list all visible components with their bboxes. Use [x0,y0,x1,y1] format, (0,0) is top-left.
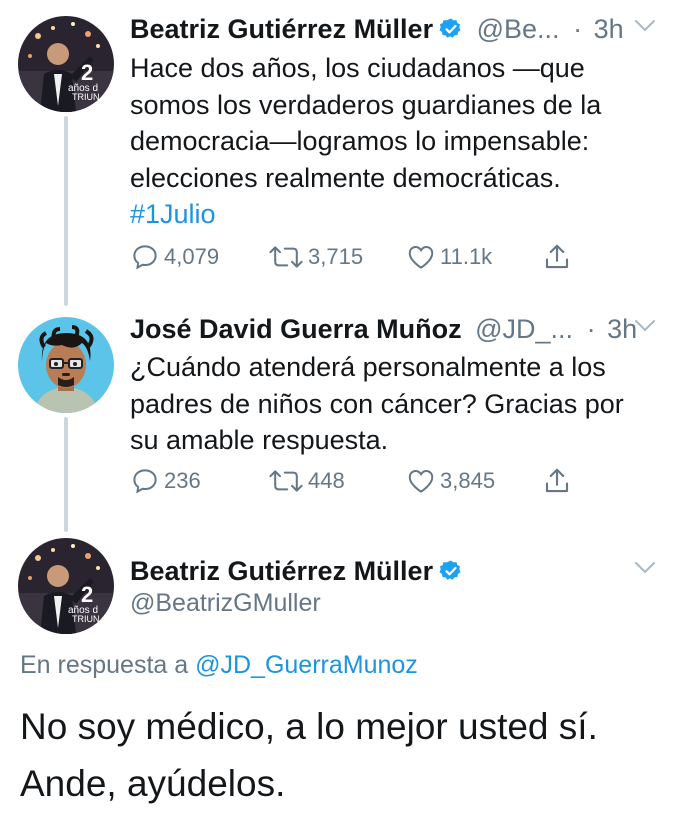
tweet-text-line: No soy médico, a lo mejor usted sí. [20,706,598,747]
display-name[interactable]: Beatriz Gutiérrez Müller [130,14,433,44]
reply-count: 4,079 [164,244,220,269]
share-button[interactable] [542,463,576,499]
separator: · [573,14,583,44]
reply-button[interactable]: 236 [130,463,201,499]
tweet-text-line: Ande, ayúdelos. [20,763,286,804]
separator: · [586,314,596,344]
share-icon [545,244,569,269]
display-name[interactable]: José David Guerra Muñoz [130,314,462,344]
like-icon [408,469,434,493]
retweet-button[interactable]: 3,715 [268,239,363,275]
tweet-text: Hace dos años, los ciudadanos —que somos… [130,50,670,233]
tweet-text-line: Hace dos años, los ciudadanos —que [130,53,585,83]
tweet-header: Beatriz Gutiérrez Müller [130,553,463,592]
avatar-badge-text2: TRIUN [72,92,100,102]
tweet-text-line: elecciones realmente democráticas. [130,162,561,193]
verified-badge-icon [439,14,463,50]
reply-count: 236 [164,468,201,493]
tweet-header: Beatriz Gutiérrez Müller @Be... · 3h [130,11,624,50]
avatar-badge: 2 años d TRIUN [67,582,109,624]
tweet-text-line: su amable respuesta. [130,425,389,455]
reply-icon [133,469,157,494]
display-name[interactable]: Beatriz Gutiérrez Müller [130,556,433,586]
thread-line-2 [64,417,68,532]
chevron-down-icon[interactable] [634,19,656,38]
timestamp[interactable]: 3h [607,314,637,344]
reply-context: En respuesta a @JD_GuerraMunoz [20,651,418,680]
avatar-badge-text2: TRIUN [72,614,100,624]
tweet-actions: 236 448 3,845 [130,463,590,499]
verified-badge-icon [439,556,463,592]
handle[interactable]: @BeatrizGMuller [130,589,321,618]
like-button[interactable]: 3,845 [406,463,495,499]
handle[interactable]: @JD_... [475,314,573,344]
reply-handle-link[interactable]: @JD_GuerraMunoz [195,651,418,679]
like-button[interactable]: 11.1k [406,239,492,275]
avatar-jose[interactable] [18,317,114,413]
tweet-actions: 4,079 3,715 11.1k [130,239,590,275]
reply-icon [133,245,157,270]
retweet-button[interactable]: 448 [268,463,345,499]
tweet-text: ¿Cuándo atenderá personalmente a los pad… [130,349,670,459]
tweet-text-line: democracia—logramos lo impensable: [130,126,590,156]
timestamp[interactable]: 3h [594,14,624,44]
reply-prefix: En respuesta a [20,651,189,679]
like-icon [408,245,434,269]
chevron-down-icon[interactable] [634,319,656,338]
tweet-text-line: padres de niños con cáncer? Gracias por [130,388,624,419]
chevron-down-icon[interactable] [634,561,656,580]
thread-line-1 [64,116,68,306]
retweet-count: 448 [308,468,345,493]
hashtag-link[interactable]: #1Julio [130,196,670,233]
like-count: 3,845 [440,468,496,493]
retweet-count: 3,715 [308,244,364,269]
reply-button[interactable]: 4,079 [130,239,219,275]
avatar-badge: 2 años d TRIUN [67,60,109,102]
tweet-text-line: somos los verdaderos guardianes de la [130,89,602,120]
tweet-header: José David Guerra Muñoz @JD_... · 3h [130,311,637,347]
tweet-text-line: ¿Cuándo atenderá personalmente a los [130,352,606,382]
like-count: 11.1k [440,244,493,269]
share-icon [545,468,569,493]
retweet-icon [269,470,303,492]
retweet-icon [269,246,303,268]
handle[interactable]: @Be... [477,14,560,44]
share-button[interactable] [542,239,576,275]
focused-tweet-text: No soy médico, a lo mejor usted sí. Ande… [20,698,660,812]
